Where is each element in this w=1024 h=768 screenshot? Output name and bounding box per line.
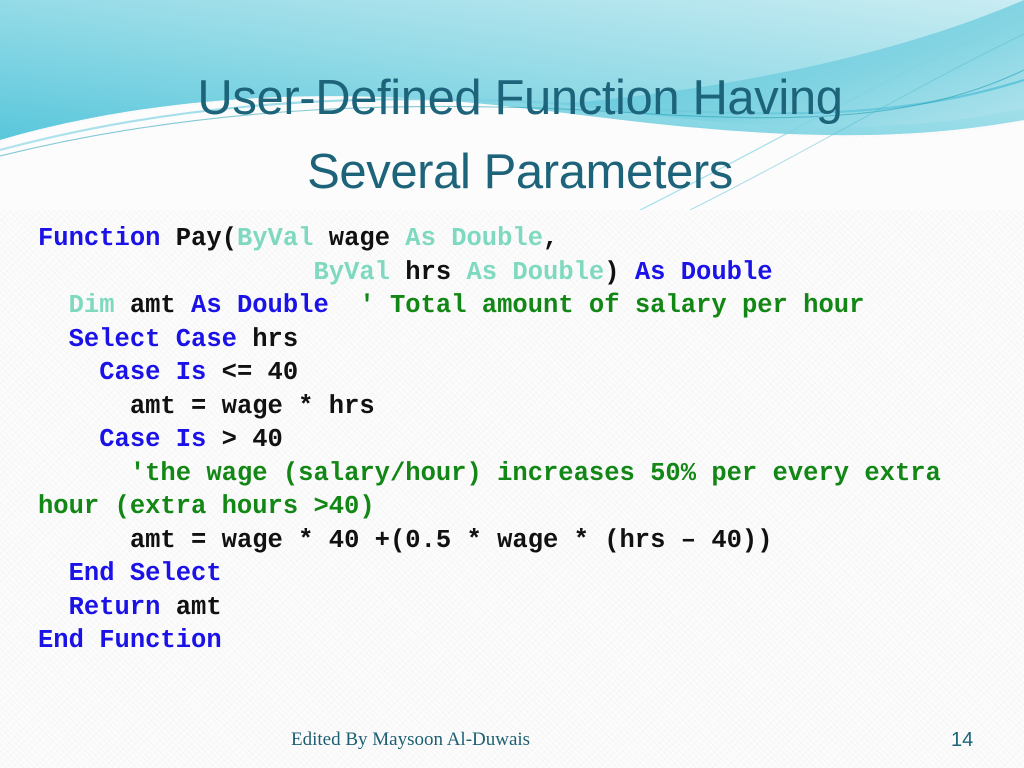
- code-token-kw: Function: [38, 224, 176, 253]
- line-signature-1: Function Pay(ByVal wage As Double,: [38, 222, 1013, 256]
- line-signature-2: ByVal hrs As Double) As Double: [38, 256, 1013, 290]
- code-listing: Function Pay(ByVal wage As Double, ByVal…: [38, 222, 1013, 658]
- line-dim-amt: Dim amt As Double ' Total amount of sala…: [38, 289, 1013, 323]
- line-case-le-40: Case Is <= 40: [38, 356, 1013, 390]
- code-token-plain: wage: [328, 224, 406, 253]
- code-token-type: Dim: [68, 291, 130, 320]
- code-token-plain: hrs: [252, 324, 299, 354]
- footer-credit: Edited By Maysoon Al-Duwais: [291, 729, 531, 750]
- code-token-kw: Return: [68, 592, 176, 622]
- code-token-kw: End Function: [38, 626, 222, 655]
- code-token-kw: As Double: [191, 291, 329, 320]
- code-token-kw: End Select: [68, 559, 222, 588]
- code-token-plain: amt: [175, 592, 222, 622]
- page-title-line-2: Several Parameters: [307, 144, 733, 199]
- code-token-type: As Double: [466, 257, 605, 287]
- page-number: 14: [951, 729, 974, 751]
- code-token-kw: Case Is: [99, 358, 222, 387]
- code-token-plain: Pay(: [175, 224, 237, 253]
- code-token-plain: amt = wage * 40 +(0.5 * wage * (hrs – 40…: [129, 525, 773, 555]
- code-token-comment: 'the wage (salary/hour) increases 50% pe…: [38, 458, 957, 522]
- line-amt-overtime: amt = wage * 40 +(0.5 * wage * (hrs – 40…: [38, 524, 1013, 558]
- line-select-case: Select Case hrs: [38, 323, 1013, 357]
- line-end-function: End Function: [38, 624, 1013, 658]
- code-token-plain: amt: [129, 291, 192, 320]
- code-token-plain: hrs: [405, 257, 467, 287]
- line-comment-overtime: 'the wage (salary/hour) increases 50% pe…: [38, 457, 1013, 524]
- line-end-select: End Select: [38, 557, 1013, 591]
- line-return-amt: Return amt: [38, 591, 1013, 625]
- code-token-comment: ' Total amount of salary per hour: [359, 291, 865, 320]
- slide-canvas: User-Defined Function Having Several Par…: [0, 0, 1024, 768]
- page-title-line-1: User-Defined Function Having: [197, 71, 843, 125]
- code-token-type: As Double: [405, 224, 544, 253]
- code-token-type: ByVal: [236, 224, 329, 253]
- code-token-plain: <= 40: [221, 358, 299, 387]
- code-token-plain: amt = wage * hrs: [129, 391, 375, 421]
- code-token-type: ByVal: [313, 257, 406, 287]
- line-amt-normal: amt = wage * hrs: [38, 390, 1013, 424]
- code-token-plain: > 40: [221, 425, 283, 454]
- code-token-plain: ,: [543, 224, 559, 253]
- page-title: User-Defined Function Having Several Par…: [90, 62, 950, 209]
- code-token-kw: Case Is: [99, 425, 222, 454]
- code-token-kw: As Double: [634, 257, 773, 287]
- line-case-gt-40: Case Is > 40: [38, 423, 1013, 457]
- code-token-kw: Select Case: [68, 324, 253, 354]
- code-token-plain: ): [604, 257, 635, 287]
